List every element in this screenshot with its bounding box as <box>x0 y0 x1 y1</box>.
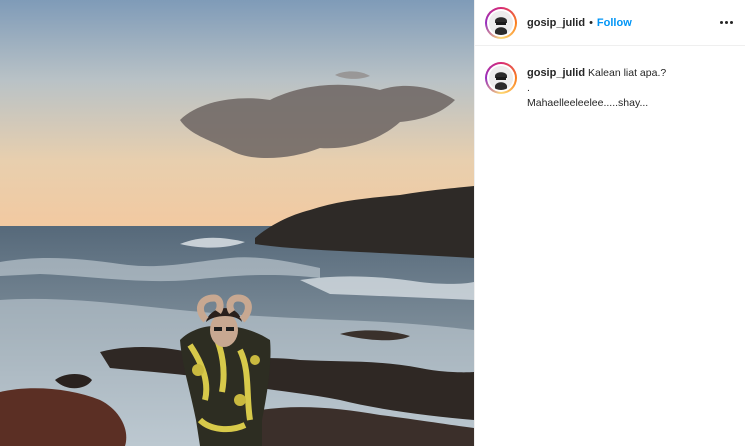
caption-first-line: Kalean liat apa.? <box>587 67 667 79</box>
post-header: gosip_julid • Follow <box>475 0 745 46</box>
post-sidebar: gosip_julid • Follow gosip_julid Kalean … <box>474 0 745 446</box>
beach-sunset-photo <box>0 0 474 446</box>
caption-author-username[interactable]: gosip_julid <box>527 67 585 79</box>
avatar-icon <box>489 10 513 35</box>
avatar-icon <box>489 66 513 90</box>
caption-text: gosip_julid Kalean liat apa.? . Mahaelle… <box>527 66 666 111</box>
caption-second-line: . <box>527 82 530 94</box>
comment-avatar[interactable] <box>485 62 517 94</box>
post-media[interactable] <box>0 0 474 446</box>
follow-button[interactable]: Follow <box>597 17 632 29</box>
more-options-icon[interactable] <box>720 13 733 33</box>
profile-avatar[interactable] <box>485 6 517 39</box>
post-author-username[interactable]: gosip_julid <box>527 17 585 29</box>
caption-third-line: Mahaelleeleelee.....shay... <box>527 97 649 109</box>
caption-comment: gosip_julid Kalean liat apa.? . Mahaelle… <box>475 46 745 111</box>
separator-dot: • <box>589 16 593 29</box>
